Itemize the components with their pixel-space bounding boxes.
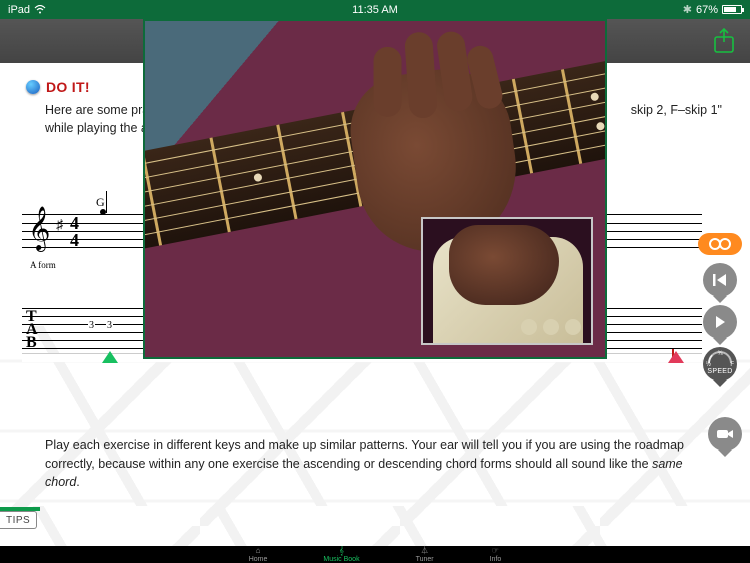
loop-button[interactable] bbox=[698, 233, 742, 255]
tab-info[interactable]: ☞ Info bbox=[490, 547, 502, 563]
speed-threeq-label: ¾ bbox=[717, 351, 722, 357]
tips-label: TIPS bbox=[6, 515, 30, 526]
picture-in-picture bbox=[421, 217, 593, 345]
playback-controls: ½ ¾ F SPEED bbox=[698, 233, 742, 381]
tab-music-book[interactable]: 𝄞 Music Book bbox=[323, 547, 359, 563]
key-sig-sharp: ♯ bbox=[56, 218, 63, 234]
para-tail: . bbox=[76, 475, 79, 489]
battery-icon bbox=[722, 5, 742, 14]
tab-fret: 3 bbox=[106, 320, 113, 331]
music-book-icon: 𝄞 bbox=[339, 547, 344, 555]
speed-half-label: ½ bbox=[706, 362, 711, 368]
wifi-icon bbox=[34, 5, 46, 14]
tab-home[interactable]: ⌂ Home bbox=[249, 547, 268, 563]
tab-home-label: Home bbox=[249, 556, 268, 563]
treble-clef-icon: 𝄞 bbox=[28, 207, 50, 251]
status-bar: iPad 11:35 AM ✱ 67% bbox=[0, 0, 750, 19]
speed-caption: SPEED bbox=[707, 368, 732, 375]
note-icon bbox=[100, 209, 106, 215]
video-frame bbox=[145, 21, 605, 357]
doit-title: DO IT! bbox=[46, 79, 90, 95]
play-button[interactable] bbox=[703, 305, 737, 339]
tab-music-book-label: Music Book bbox=[323, 556, 359, 563]
tuner-icon: ⏃ bbox=[421, 547, 429, 555]
loop-end-handle[interactable] bbox=[668, 351, 684, 363]
bottom-tab-bar: ⌂ Home 𝄞 Music Book ⏃ Tuner ☞ Info bbox=[0, 546, 750, 563]
clock: 11:35 AM bbox=[250, 4, 500, 16]
restart-button[interactable] bbox=[703, 263, 737, 297]
tab-info-label: Info bbox=[490, 556, 502, 563]
camera-angle-button[interactable] bbox=[708, 417, 742, 451]
share-button[interactable] bbox=[712, 27, 736, 55]
para-body: Play each exercise in different keys and… bbox=[45, 438, 684, 471]
device-label: iPad bbox=[8, 4, 30, 16]
time-sig-top: 4 bbox=[70, 213, 79, 234]
doit-line1-right: skip 2, F–skip 1" bbox=[631, 101, 722, 119]
pushpin-icon bbox=[26, 80, 40, 94]
barre-form-label: A form bbox=[30, 260, 56, 270]
battery-pct: 67% bbox=[696, 4, 718, 16]
speed-button[interactable]: ½ ¾ F SPEED bbox=[703, 347, 737, 381]
doit-heading: DO IT! bbox=[26, 79, 90, 95]
home-icon: ⌂ bbox=[256, 547, 261, 555]
video-player[interactable] bbox=[143, 19, 607, 359]
tab-tuner-label: Tuner bbox=[416, 556, 434, 563]
tab-letter: B bbox=[26, 336, 37, 349]
info-icon: ☞ bbox=[492, 547, 499, 555]
tab-fret: 3 bbox=[88, 320, 95, 331]
instruction-paragraph: Play each exercise in different keys and… bbox=[45, 436, 702, 492]
loop-start-handle[interactable] bbox=[102, 351, 118, 363]
speed-full-label: F bbox=[730, 362, 734, 368]
doit-line2-left: while playing the a bbox=[45, 121, 148, 135]
doit-line1-left: Here are some pra bbox=[45, 103, 149, 117]
tips-tab-button[interactable]: TIPS bbox=[0, 511, 37, 529]
chord-label: G bbox=[96, 195, 105, 210]
time-sig-bot: 4 bbox=[70, 230, 79, 251]
bluetooth-icon: ✱ bbox=[683, 3, 692, 16]
tab-tuner[interactable]: ⏃ Tuner bbox=[416, 547, 434, 563]
